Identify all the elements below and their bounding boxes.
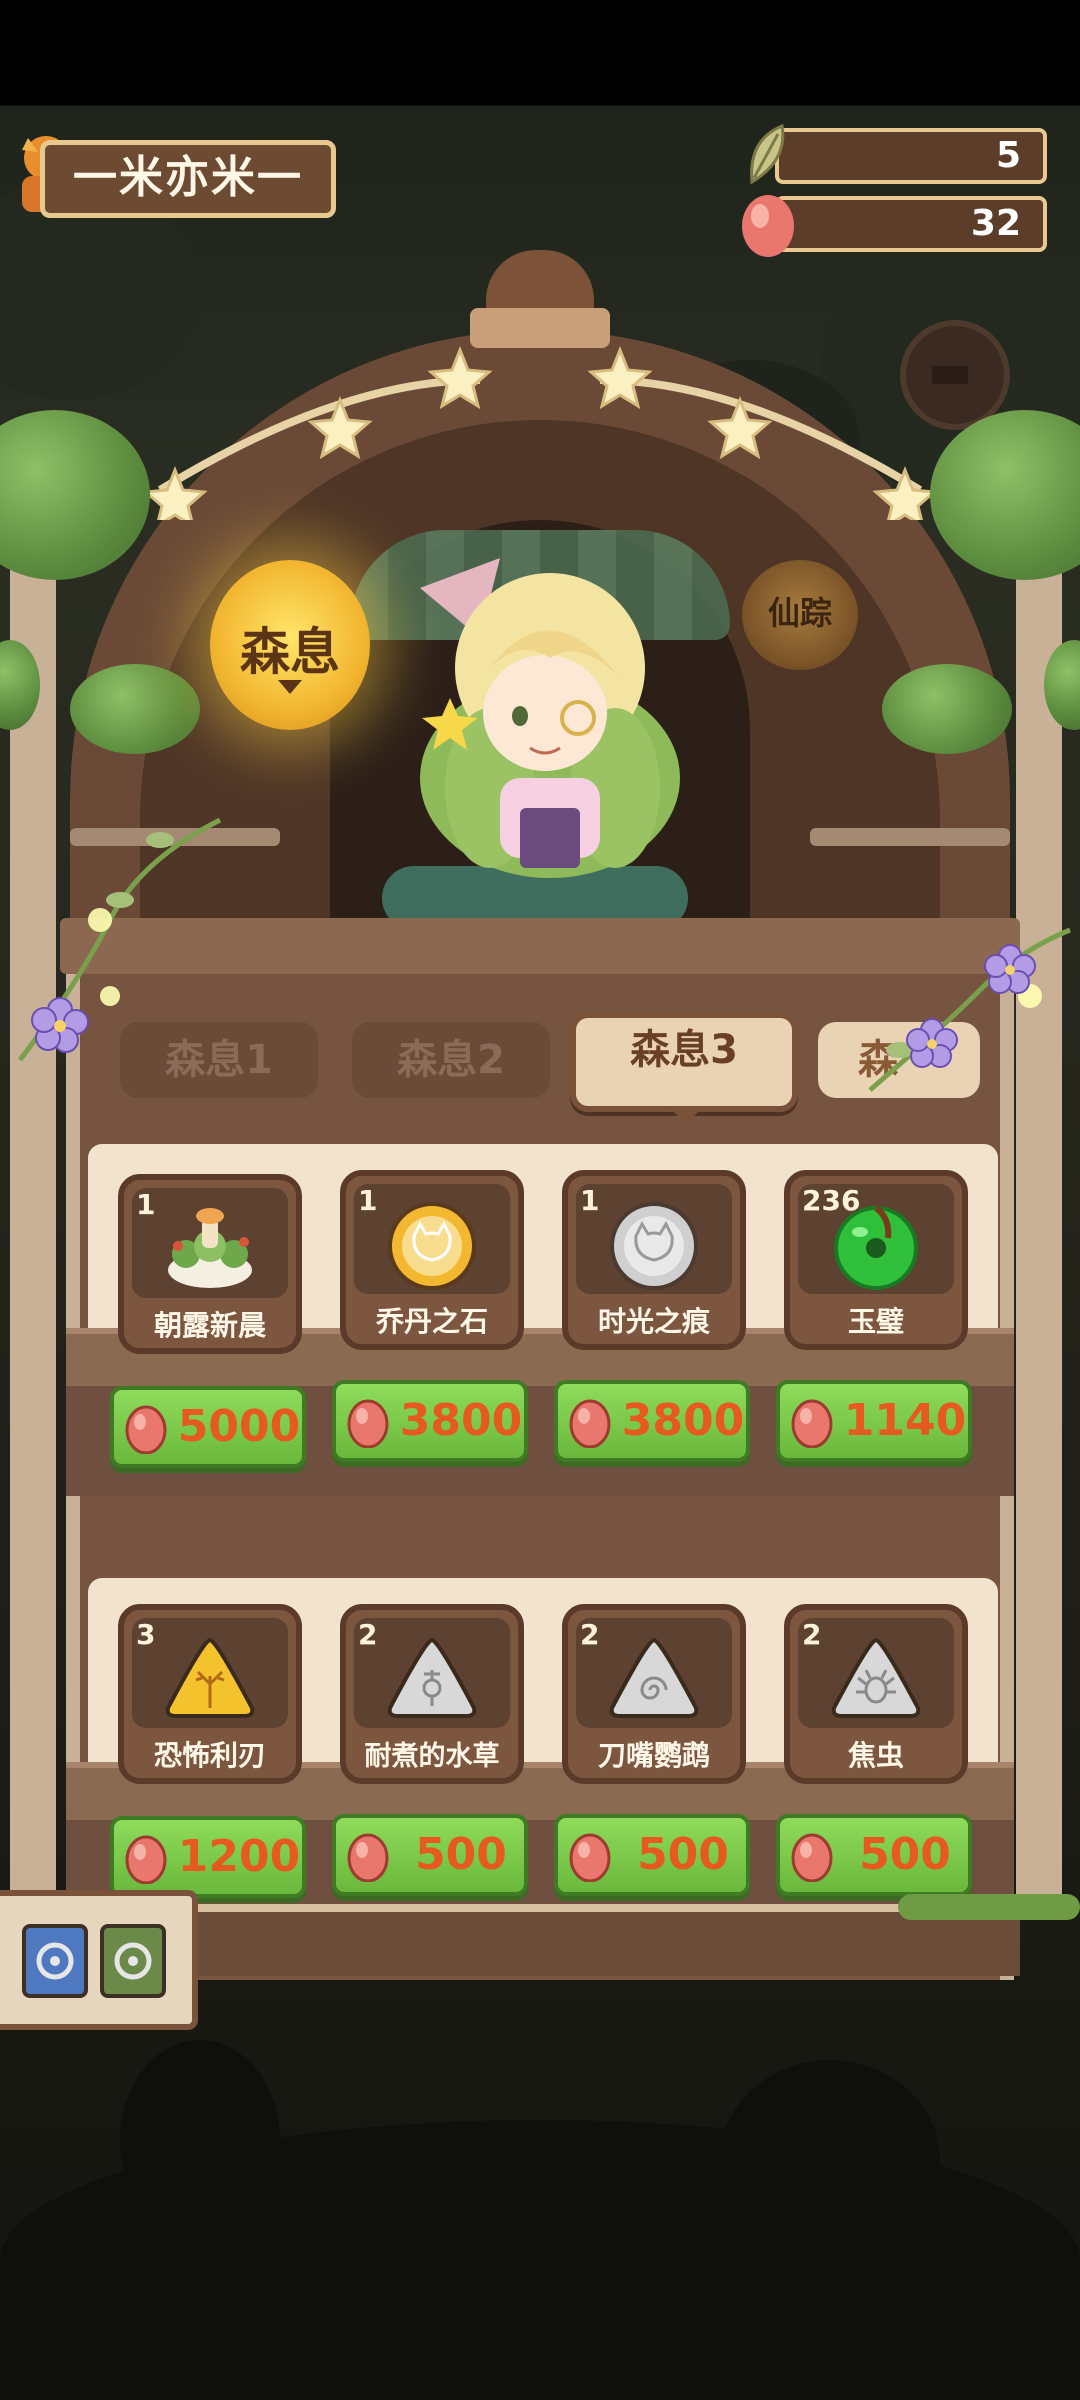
lantern-xianzong-label: 仙踪 [767,594,832,632]
seed-egg-icon [347,1399,389,1448]
item-name: 刀嘴鹦鹉 [597,1739,710,1772]
seed-egg-icon [569,1399,611,1448]
gear-icon [114,1942,152,1980]
chevron-down-icon [278,680,302,694]
flower-vine-right [868,927,1071,1092]
price-value: 3800 [621,1395,745,1446]
foreground-plant [120,2040,280,2240]
bush-left [70,664,200,754]
buy-button[interactable]: 500 [776,1814,972,1896]
silver-cat-coin-icon [610,1202,698,1290]
active-tab-pointer [670,1108,702,1124]
gold-cat-coin-icon [388,1202,476,1290]
item-name: 玉璧 [847,1305,904,1338]
shop-item-card[interactable]: 2 耐煮的水草 [340,1604,524,1784]
item-name: 耐煮的水草 [364,1741,500,1772]
shop-item-card[interactable]: 236 玉璧 [784,1170,968,1350]
shop-item-card[interactable]: 2 刀嘴鹦鹉 [562,1604,746,1784]
shop-item-card[interactable]: 3 恐怖利刃 [118,1604,302,1784]
buy-button[interactable]: 3800 [554,1380,750,1462]
buy-button[interactable]: 1200 [110,1816,306,1898]
seed-egg-icon [742,195,794,257]
seed-egg-icon [791,1833,833,1882]
price-value: 5000 [177,1401,301,1452]
seed-egg-icon [569,1833,611,1882]
shop-item-card[interactable]: 1 时光之痕 [562,1170,746,1350]
seed-egg-icon [125,1835,167,1884]
item-count: 1 [580,1184,600,1217]
shop-item-card[interactable]: 1 乔丹之石 [340,1170,524,1350]
buy-button[interactable]: 500 [332,1814,528,1896]
green-gear-button[interactable] [100,1924,166,1998]
price-value: 3800 [399,1395,523,1446]
price-value: 500 [859,1829,951,1880]
item-name: 朝露新晨 [153,1309,266,1342]
bush-right [882,664,1012,754]
tab-senxi-3[interactable]: 森息3 [570,1012,798,1112]
egg-counter: 32 [775,196,1047,252]
dew-morning-icon [168,1208,252,1288]
silver-bug-triangle-icon [831,1637,921,1718]
gear-icon [36,1942,74,1980]
moss-decoration [898,1894,1080,1920]
item-name: 恐怖利刃 [153,1739,266,1772]
foreground-plant [720,2060,940,2260]
buy-button[interactable]: 3800 [332,1380,528,1462]
item-name: 乔丹之石 [375,1305,488,1338]
seed-egg-icon [791,1399,833,1448]
item-count: 2 [358,1618,378,1651]
item-name: 焦虫 [847,1739,904,1772]
price-value: 1200 [177,1831,301,1882]
game-scene: 森息 仙踪 一米亦米一 5 32 森息1 森息2 森息3 森 1 朝露新晨 1 … [0,0,1080,2400]
shopkeeper-character [420,558,680,878]
price-value: 1140 [843,1395,967,1446]
item-count: 1 [136,1188,156,1221]
seed-egg-icon [347,1833,389,1882]
lantern-senxi-label: 森息 [240,623,340,681]
gold-antler-triangle-icon [165,1637,255,1718]
blue-gear-button[interactable] [22,1924,88,1998]
item-name: 时光之痕 [597,1305,710,1338]
leaf-counter: 5 [775,128,1047,184]
fence-right [810,828,1010,846]
star-garland [142,345,938,520]
tree-canopy-left [0,410,150,580]
item-count: 236 [802,1184,861,1217]
seed-egg-icon [125,1405,167,1454]
buy-button[interactable]: 500 [554,1814,750,1896]
item-count: 2 [580,1618,600,1651]
shop-item-card[interactable]: 1 朝露新晨 [118,1174,302,1354]
price-value: 500 [415,1829,507,1880]
leaf-icon [750,123,785,185]
price-value: 500 [637,1829,729,1880]
tab-senxi-2[interactable]: 森息2 [352,1022,550,1098]
buy-button[interactable]: 1140 [776,1380,972,1462]
side-toolbox [0,1890,198,2030]
player-name: 一米亦米一 [40,140,336,218]
silver-rune-triangle-icon [387,1637,477,1718]
tree-trunk-right [1016,560,1062,1920]
item-count: 1 [358,1184,378,1217]
panel-bottom-ledge [60,1904,1020,1976]
item-count: 3 [136,1618,156,1651]
item-count: 2 [802,1618,822,1651]
buy-button[interactable]: 5000 [110,1386,306,1468]
shop-item-card[interactable]: 2 焦虫 [784,1604,968,1784]
tree-trunk-left [10,560,56,1920]
flower-vine-left [17,817,222,1062]
silver-spiral-triangle-icon [609,1637,699,1718]
